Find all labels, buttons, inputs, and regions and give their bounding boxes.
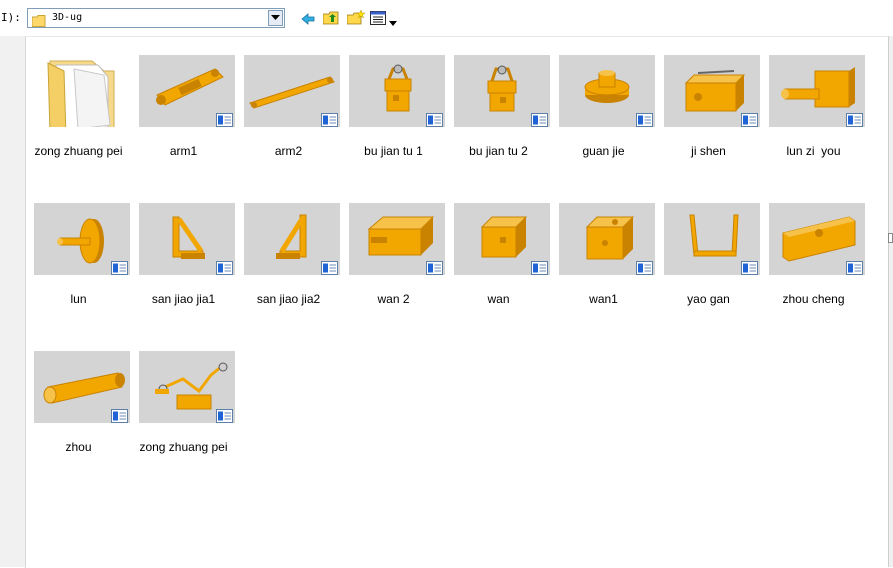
file-item[interactable]: lun — [26, 203, 131, 313]
file-item[interactable]: zong zhuang pei — [131, 351, 236, 461]
part-thumbnail[interactable] — [664, 203, 760, 275]
file-label: arm1 — [169, 144, 198, 158]
file-item[interactable]: wan1 — [551, 203, 656, 313]
file-item[interactable]: san jiao jia1 — [131, 203, 236, 313]
new-folder-icon[interactable] — [346, 9, 366, 29]
part-thumbnail[interactable] — [769, 55, 865, 127]
file-item[interactable]: zong zhuang pei — [26, 55, 131, 165]
document-type-icon — [426, 261, 443, 275]
part-thumbnail[interactable] — [139, 203, 235, 275]
file-label: arm2 — [274, 144, 303, 158]
file-label: guan jie — [582, 144, 625, 158]
file-item[interactable]: arm1 — [131, 55, 236, 165]
document-type-icon — [111, 261, 128, 275]
part-thumbnail[interactable] — [664, 55, 760, 127]
part-thumbnail[interactable] — [349, 203, 445, 275]
chevron-down-icon[interactable] — [268, 10, 283, 26]
file-item[interactable]: bu jian tu 1 — [341, 55, 446, 165]
location-combobox[interactable]: 3D-ug — [27, 8, 285, 28]
file-label: wan — [487, 292, 510, 306]
part-thumbnail[interactable] — [454, 55, 550, 127]
file-label: lun zi you — [786, 144, 841, 158]
document-type-icon — [216, 261, 233, 275]
part-thumbnail[interactable] — [244, 55, 340, 127]
file-label: zong zhuang pei — [139, 440, 228, 454]
look-in-label: I): — [1, 11, 21, 24]
document-type-icon — [216, 113, 233, 127]
file-label: lun — [70, 292, 87, 306]
file-label: zhou cheng — [782, 292, 845, 306]
file-item[interactable]: wan 2 — [341, 203, 446, 313]
file-item[interactable]: ji shen — [656, 55, 761, 165]
scrollbar-thumb[interactable] — [888, 233, 893, 243]
document-type-icon — [111, 409, 128, 423]
file-item[interactable]: zhou cheng — [761, 203, 866, 313]
file-item[interactable]: san jiao jia2 — [236, 203, 341, 313]
file-label: san jiao jia1 — [151, 292, 216, 306]
file-label: wan1 — [589, 292, 618, 306]
toolbar: I): 3D-ug — [0, 0, 893, 36]
folder-icon[interactable] — [34, 55, 130, 127]
document-type-icon — [216, 409, 233, 423]
document-type-icon — [531, 113, 548, 127]
file-item[interactable]: yao gan — [656, 203, 761, 313]
part-thumbnail[interactable] — [34, 203, 130, 275]
file-item[interactable]: bu jian tu 2 — [446, 55, 551, 165]
part-thumbnail[interactable] — [559, 55, 655, 127]
part-thumbnail[interactable] — [34, 351, 130, 423]
folder-icon — [31, 12, 46, 31]
part-thumbnail[interactable] — [244, 203, 340, 275]
file-item[interactable]: arm2 — [236, 55, 341, 165]
scrollbar-track[interactable] — [888, 36, 893, 567]
document-type-icon — [531, 261, 548, 275]
part-thumbnail[interactable] — [139, 351, 235, 423]
file-label: yao gan — [687, 292, 730, 306]
file-label: san jiao jia2 — [256, 292, 321, 306]
document-type-icon — [636, 113, 653, 127]
document-type-icon — [321, 261, 338, 275]
part-thumbnail[interactable] — [139, 55, 235, 127]
file-label: zhou — [65, 440, 92, 454]
file-item[interactable]: guan jie — [551, 55, 656, 165]
file-item[interactable]: lun zi you — [761, 55, 866, 165]
file-label: bu jian tu 1 — [364, 144, 423, 158]
part-thumbnail[interactable] — [349, 55, 445, 127]
document-type-icon — [846, 113, 863, 127]
up-folder-icon[interactable] — [322, 10, 340, 29]
part-thumbnail[interactable] — [769, 203, 865, 275]
view-menu-icon[interactable] — [370, 10, 388, 29]
document-type-icon — [426, 113, 443, 127]
document-type-icon — [636, 261, 653, 275]
part-thumbnail[interactable] — [559, 203, 655, 275]
back-icon[interactable] — [301, 10, 315, 29]
part-thumbnail[interactable] — [454, 203, 550, 275]
file-label: bu jian tu 2 — [469, 144, 528, 158]
view-dropdown-icon[interactable] — [389, 12, 397, 31]
file-item[interactable]: zhou — [26, 351, 131, 461]
file-label: wan 2 — [377, 292, 410, 306]
location-text: 3D-ug — [52, 12, 83, 23]
document-type-icon — [846, 261, 863, 275]
document-type-icon — [741, 113, 758, 127]
file-label: ji shen — [691, 144, 726, 158]
document-type-icon — [321, 113, 338, 127]
file-item[interactable]: wan — [446, 203, 551, 313]
document-type-icon — [741, 261, 758, 275]
file-label: zong zhuang pei — [34, 144, 123, 158]
